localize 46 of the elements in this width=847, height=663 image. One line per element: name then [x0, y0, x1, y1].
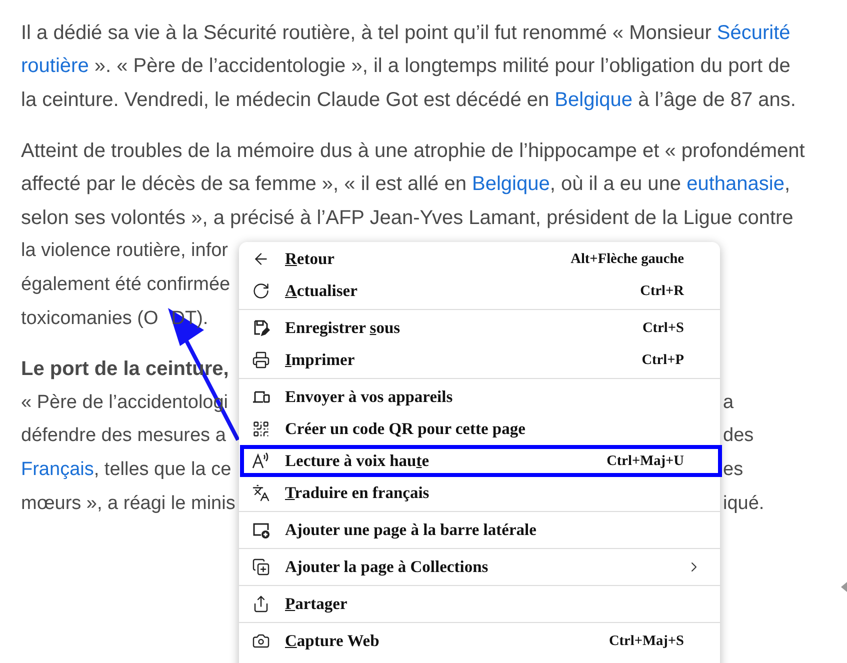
menu-item[interactable]: Enregistrer sous Ctrl+S: [240, 312, 722, 344]
text-link[interactable]: euthanasie: [686, 173, 784, 196]
paragraph-fragment: es: [723, 458, 744, 482]
menu-item[interactable]: Imprimer Ctrl+P: [240, 344, 722, 376]
translate-icon: [251, 483, 271, 503]
paragraph-line: Français, telles que la ce: [21, 458, 232, 482]
text-link[interactable]: Français: [21, 458, 94, 480]
shortcut-text: Ctrl+P: [642, 352, 684, 368]
menu-item[interactable]: Envoyer à vos appareils: [240, 381, 722, 413]
menu-item[interactable]: Lecture à voix haute Ctrl+Maj+U: [240, 445, 722, 477]
shortcut-text: Ctrl+Maj+S: [608, 632, 684, 650]
paragraph-line: mœurs », a réagi le minis: [21, 492, 236, 516]
shortcut-text: Ctrl+Maj+U: [606, 452, 684, 470]
text-link[interactable]: Belgique: [554, 88, 633, 111]
shortcut-text: Ctrl+S: [642, 320, 684, 336]
paragraph-fragment: a: [723, 390, 734, 415]
paragraph-line: affecté par le décès de sa femme », « il est allé en Belgique, où il a eu une euthanasie,: [21, 172, 790, 196]
menu-item[interactable]: Actualiser Ctrl+R: [240, 275, 722, 307]
paragraph-line: défendre des mesures a: [21, 424, 226, 448]
refresh-icon: [251, 281, 271, 301]
menu-item[interactable]: Ajouter une page à la barre latérale: [240, 514, 722, 546]
menu-item[interactable]: Capture Web Ctrl+Maj+S: [240, 625, 722, 657]
paragraph-fragment: des: [723, 424, 754, 448]
paragraph-line: Il a dédié sa vie à la Sécurité routière, à tel point qu’il fut renommé « Monsieur Sécurité: [21, 20, 790, 45]
paragraph-fragment: iqué.: [723, 492, 764, 516]
text-link[interactable]: routière: [21, 55, 89, 78]
printer-icon: [251, 350, 271, 370]
shortcut-text: Alt+Flèche gauche: [570, 250, 684, 268]
paragraph-line: selon ses volontés », a précisé à l’AFP Jean-Yves Lamant, président de la Ligue contre: [21, 206, 794, 230]
qr-code-icon: [251, 419, 271, 439]
paragraph-line: la ceinture. Vendredi, le médecin Claude Got est décédé en Belgique à l’âge de 87 ans.: [21, 88, 796, 112]
text-link[interactable]: Belgique: [472, 173, 550, 196]
scroll-arrow-icon[interactable]: [841, 582, 847, 592]
paragraph-line: routière ». « Père de l’accidentologie », il a longtemps milité pour l’obligation du port de: [21, 54, 790, 78]
menu-item[interactable]: Ajouter la page à Collections: [240, 551, 722, 583]
menu-item[interactable]: Partager: [240, 588, 722, 620]
paragraph-line: la violence routière, infor: [21, 239, 228, 264]
text-link[interactable]: Sécurité: [716, 22, 790, 44]
read-aloud-icon: [251, 451, 271, 471]
menu-item[interactable]: Créer un code QR pour cette page: [240, 413, 722, 445]
shortcut-text: Ctrl+R: [640, 282, 684, 300]
menu-item[interactable]: Retour Alt+Flèche gauche: [240, 243, 722, 275]
paragraph-line: également été confirmée: [21, 272, 230, 297]
menu-item[interactable]: Traduire en français: [240, 477, 722, 509]
collections-icon: [251, 557, 271, 577]
paragraph-line: Atteint de troubles de la mémoire dus à une atrophie de l’hippocampe et « profondément: [21, 138, 805, 163]
